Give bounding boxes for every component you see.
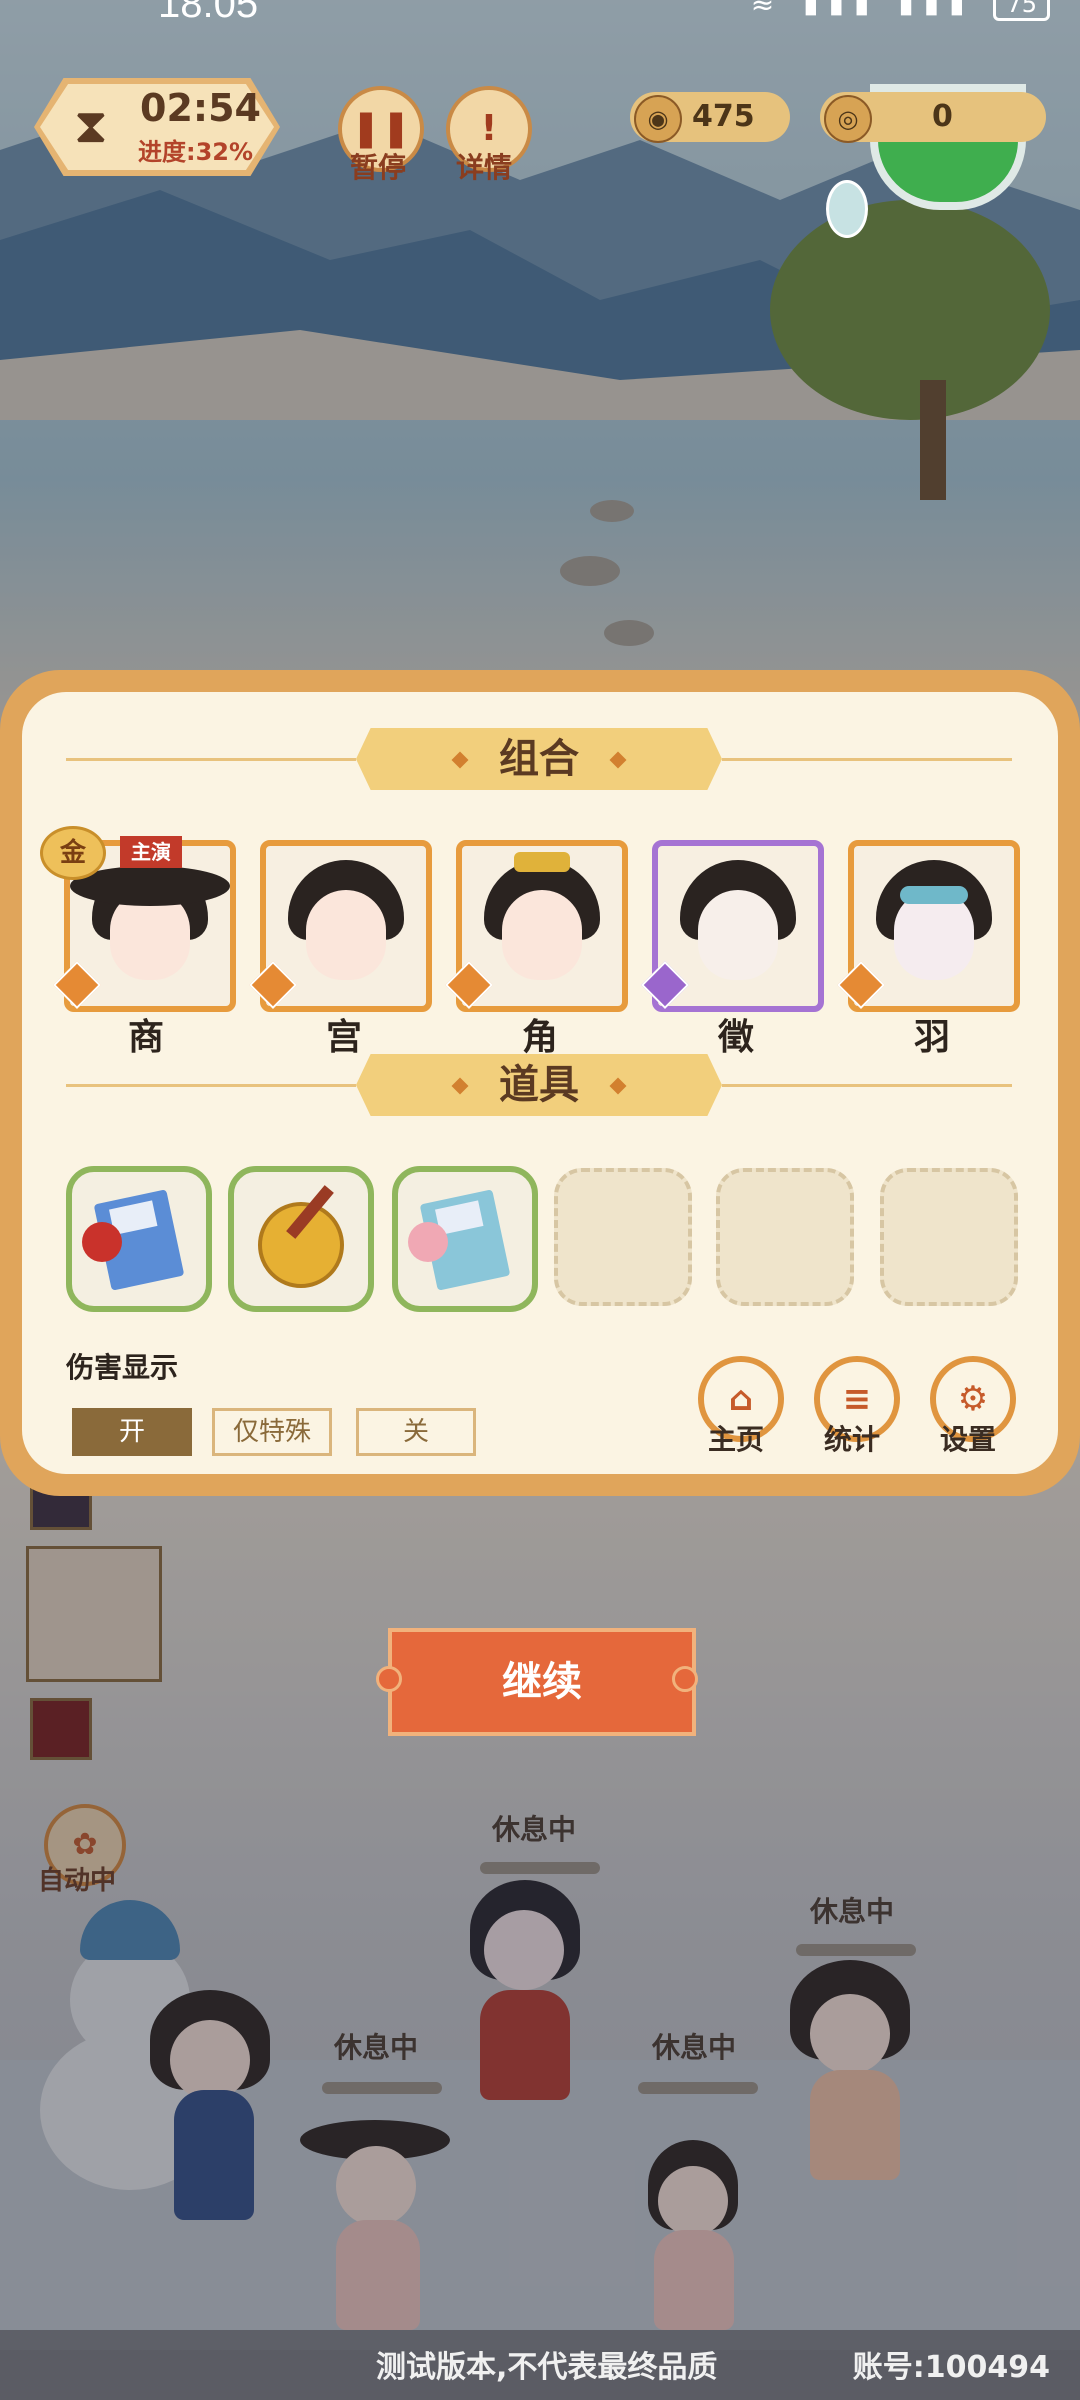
account-id: 账号:100494: [852, 2350, 1050, 2385]
home-label: 主页: [708, 1423, 765, 1456]
item-slot-1[interactable]: [66, 1166, 212, 1312]
divider-line: [66, 758, 356, 761]
character-name: 商: [128, 1017, 165, 1058]
coin-icon: ◎: [824, 95, 872, 143]
gold-crown: [514, 852, 570, 872]
status-time: 18:05: [158, 0, 259, 26]
currency-pill-2: ◎ 0: [820, 92, 1046, 143]
items-section-title: 道具: [499, 1062, 579, 1108]
egg-icon: [826, 180, 868, 238]
item-slot-empty[interactable]: [716, 1168, 854, 1306]
currency-value-2: 0: [932, 99, 953, 134]
continue-button[interactable]: 继续: [388, 1628, 696, 1736]
divider-line: [722, 1084, 1012, 1087]
exclamation-icon: !: [480, 108, 498, 149]
character-name: 徵: [718, 1017, 755, 1058]
damage-toggle-special[interactable]: 仅特殊: [212, 1408, 332, 1456]
settings-label: 设置: [940, 1423, 997, 1456]
status-icons: ≋ ▮▮▮ ▮▮▮ 75: [751, 0, 1050, 21]
pause-icon: ❚❚: [350, 108, 412, 149]
item-slot-2[interactable]: [228, 1166, 374, 1312]
item-slot-empty[interactable]: [880, 1168, 1018, 1306]
progress-text: 进度:32%: [138, 138, 254, 166]
item-slot-empty[interactable]: [554, 1168, 692, 1306]
jade-headpiece: [900, 886, 968, 904]
continue-knob-left: [376, 1666, 402, 1692]
character-name: 羽: [914, 1017, 951, 1058]
pink-flower: [408, 1222, 448, 1262]
red-flower: [82, 1222, 122, 1262]
team-section-title: 组合: [499, 736, 579, 782]
damage-display-label: 伤害显示: [66, 1351, 179, 1384]
status-bar: 18:05 ≋ ▮▮▮ ▮▮▮ 75: [0, 0, 1080, 26]
items-section-header: 道具: [356, 1054, 722, 1116]
divider-line: [722, 758, 1012, 761]
stats-icon: ≡: [842, 1379, 872, 1419]
stats-label: 统计: [824, 1423, 881, 1456]
character-name: 宫: [326, 1017, 363, 1058]
pause-label: 暂停: [350, 151, 407, 184]
bun-currency-icon: ◉: [634, 95, 682, 143]
item-slot-3[interactable]: [392, 1166, 538, 1312]
damage-toggle-off[interactable]: 关: [356, 1408, 476, 1456]
home-icon: ⌂: [728, 1379, 754, 1419]
hourglass-icon: ⧗: [74, 98, 108, 154]
battery-icon: 75: [993, 0, 1050, 21]
currency-pill-1: ◉ 475: [630, 92, 790, 143]
signal-icon: ▮▮▮: [898, 0, 975, 19]
divider-line: [66, 1084, 356, 1087]
timer-value: 02:54: [140, 86, 261, 130]
timer-panel: ⧗ 02:54 进度:32%: [34, 78, 280, 176]
details-label: 详情: [456, 151, 513, 184]
currency-value-1: 475: [692, 99, 755, 134]
gear-icon: ⚙: [957, 1379, 989, 1419]
gold-rank-badge: 金: [40, 826, 106, 880]
test-version-notice: 测试版本,不代表最终品质: [376, 2350, 718, 2385]
lead-badge: 主演: [120, 836, 182, 868]
wifi-icon: ≋: [750, 0, 785, 19]
continue-knob-right: [672, 1666, 698, 1692]
damage-toggle-on[interactable]: 开: [72, 1408, 192, 1456]
team-section-header: 组合: [356, 728, 722, 790]
character-name: 角: [522, 1017, 559, 1058]
signal-icon: ▮▮▮: [803, 0, 880, 19]
